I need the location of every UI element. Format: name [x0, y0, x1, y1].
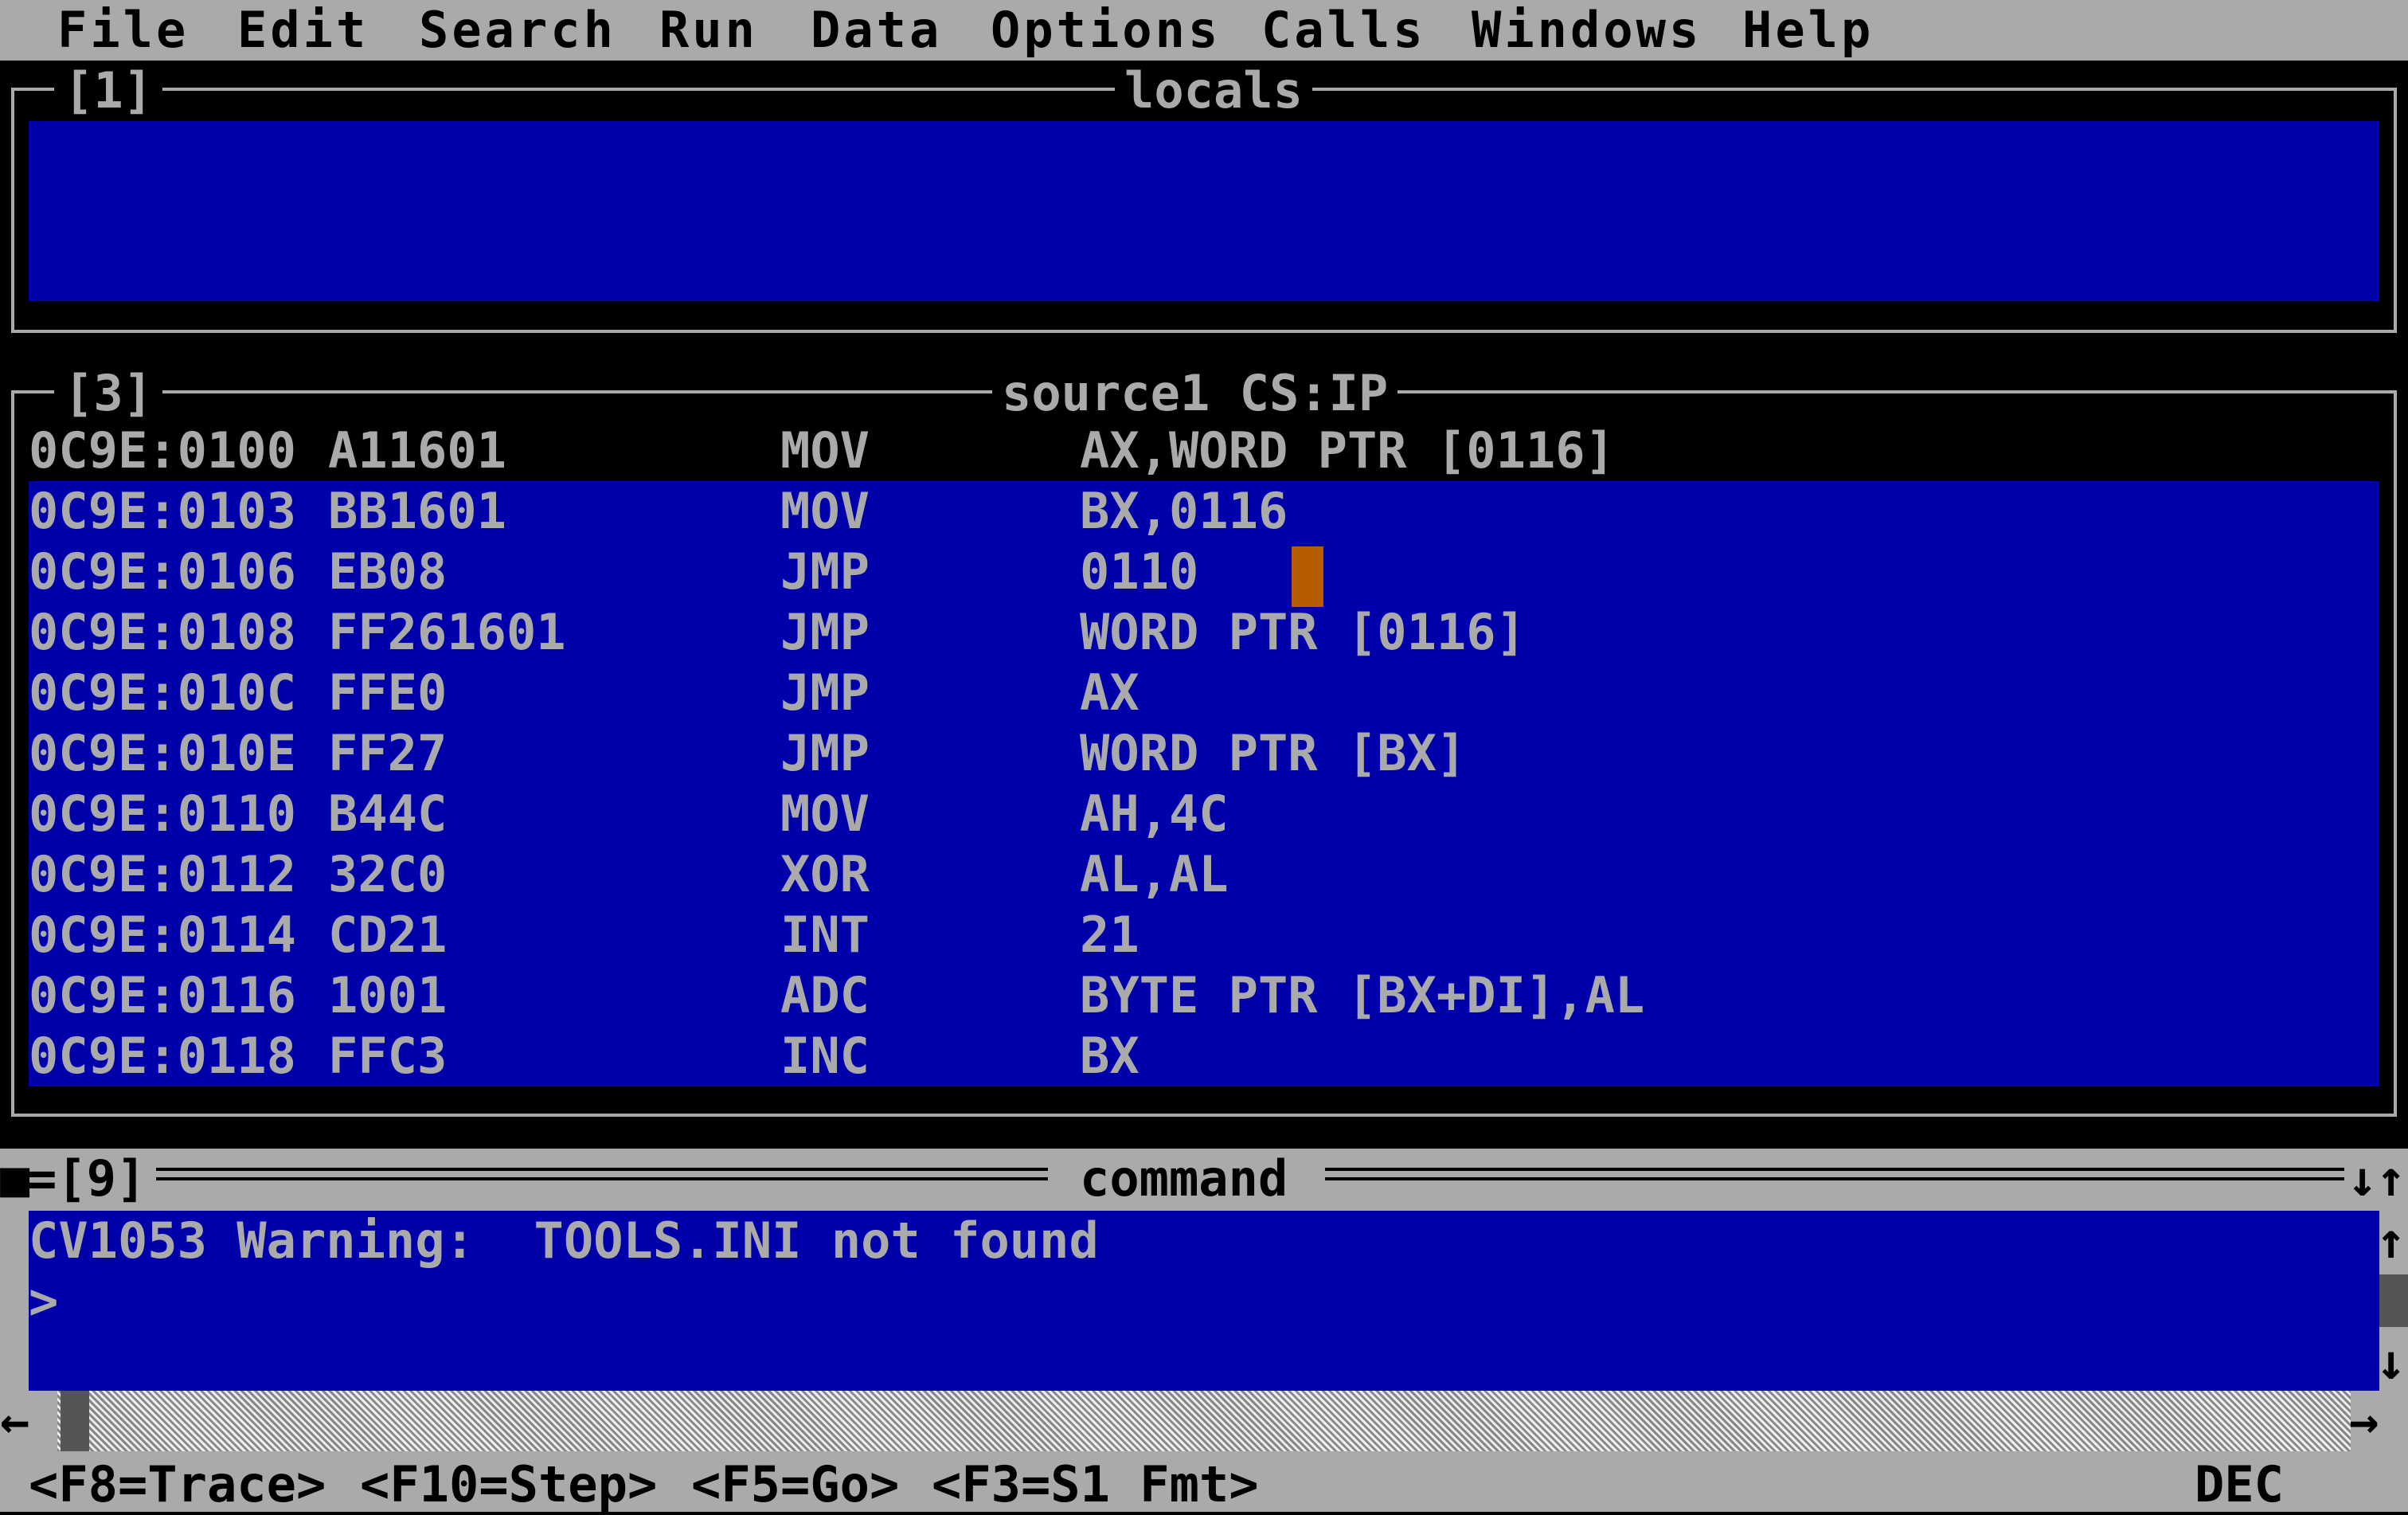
- source-window-number[interactable]: [3]: [54, 363, 162, 424]
- row-bytes: FFC3: [328, 1027, 448, 1085]
- row-bytes: BB1601: [328, 482, 506, 540]
- code-row[interactable]: 0C9E:0103 BB1601 MOV BX,0116: [29, 481, 2379, 542]
- status-step-key[interactable]: <F10=Step>: [360, 1454, 657, 1515]
- row-mnemonic: INC: [780, 1027, 870, 1085]
- current-instruction-row[interactable]: 0C9E:0100 A11601 MOV AX,WORD PTR [0116]: [29, 421, 2379, 481]
- row-mnemonic: ADC: [780, 966, 870, 1024]
- scroll-up-arrow-icon[interactable]: ↑: [2376, 1211, 2406, 1271]
- code-row[interactable]: 0C9E:0108 FF261601 JMP WORD PTR [0116]: [29, 602, 2379, 663]
- command-window-number[interactable]: =[9]: [27, 1149, 146, 1209]
- row-bytes: EB08: [328, 542, 448, 601]
- locals-window-title: locals: [1115, 61, 1312, 121]
- row-address: 0C9E:0106: [29, 542, 296, 601]
- code-row[interactable]: 0C9E:0110 B44C MOV AH,4C: [29, 784, 2379, 844]
- row-mnemonic: INT: [780, 906, 870, 964]
- locals-panel[interactable]: [29, 121, 2379, 301]
- code-row[interactable]: 0C9E:010E FF27 JMP WORD PTR [BX]: [29, 723, 2379, 784]
- status-bar: <F8=Trace> <F10=Step> <F5=Go> <F3=S1 Fmt…: [0, 1454, 2408, 1515]
- row-address: 0C9E:0103: [29, 482, 296, 540]
- row-address: 0C9E:0118: [29, 1027, 296, 1085]
- menu-search[interactable]: Search: [419, 0, 616, 61]
- row-address: 0C9E:010E: [29, 724, 296, 782]
- status-radix: DEC: [2195, 1455, 2284, 1513]
- status-go-key[interactable]: <F5=Go>: [691, 1454, 899, 1515]
- row-address: 0C9E:010C: [29, 664, 296, 722]
- command-window-title: command: [1080, 1149, 1288, 1208]
- status-trace-key[interactable]: <F8=Trace>: [29, 1454, 326, 1515]
- row-address: 0C9E:0108: [29, 603, 296, 661]
- menu-file[interactable]: File: [57, 0, 189, 61]
- row-operands: BX: [1080, 1027, 1140, 1085]
- status-fmt-key[interactable]: <F3=S1 Fmt>: [932, 1454, 1259, 1515]
- warning-message: CV1053 Warning: TOOLS.INI not found: [29, 1212, 1099, 1270]
- menu-bar: File Edit Search Run Data Options Calls …: [0, 0, 2408, 61]
- row-mnemonic: JMP: [780, 542, 870, 601]
- minimize-arrow-icon[interactable]: ↓: [2347, 1149, 2377, 1209]
- code-row[interactable]: 0C9E:0106 EB08 JMP 0110: [29, 542, 2379, 602]
- code-row[interactable]: 0C9E:0116 1001 ADC BYTE PTR [BX+DI],AL: [29, 965, 2379, 1026]
- row-mnemonic: MOV: [780, 482, 870, 540]
- row-address: 0C9E:0110: [29, 785, 296, 843]
- command-panel[interactable]: CV1053 Warning: TOOLS.INI not found >: [29, 1211, 2379, 1391]
- row-mnemonic: JMP: [780, 724, 870, 782]
- row-bytes: B44C: [328, 785, 448, 843]
- text-cursor: [1292, 546, 1323, 607]
- row-operands: WORD PTR [0116]: [1080, 603, 1526, 661]
- row-mnemonic: XOR: [780, 845, 870, 903]
- row-bytes: FFE0: [328, 664, 448, 722]
- vertical-scroll-thumb[interactable]: [2379, 1274, 2408, 1327]
- row-bytes: 32C0: [328, 845, 448, 903]
- horizontal-scrollbar[interactable]: [57, 1391, 2351, 1451]
- window-close-box-icon[interactable]: ■: [0, 1149, 29, 1209]
- scroll-right-arrow-icon[interactable]: →: [2349, 1391, 2379, 1451]
- row-bytes: FF261601: [328, 603, 566, 661]
- row-address: 0C9E:0100: [29, 421, 296, 480]
- row-operands: AX: [1080, 664, 1140, 722]
- command-prompt[interactable]: >: [29, 1271, 58, 1332]
- scroll-down-arrow-icon[interactable]: ↓: [2376, 1332, 2406, 1392]
- horizontal-scroll-thumb[interactable]: [61, 1391, 89, 1451]
- scroll-left-arrow-icon[interactable]: ←: [0, 1391, 29, 1451]
- row-bytes: FF27: [328, 724, 448, 782]
- code-row[interactable]: 0C9E:0118 FFC3 INC BX: [29, 1026, 2379, 1086]
- row-operands: 0110: [1080, 542, 1199, 601]
- maximize-arrow-icon[interactable]: ↑: [2376, 1149, 2406, 1209]
- row-mnemonic: JMP: [780, 664, 870, 722]
- row-operands: AH,4C: [1080, 785, 1229, 843]
- row-address: 0C9E:0112: [29, 845, 296, 903]
- row-address: 0C9E:0116: [29, 966, 296, 1024]
- menu-options[interactable]: Options: [991, 0, 1221, 61]
- row-mnemonic: MOV: [780, 785, 870, 843]
- menu-run[interactable]: Run: [659, 0, 758, 61]
- row-operands: WORD PTR [BX]: [1080, 724, 1467, 782]
- locals-window-number[interactable]: [1]: [54, 61, 162, 121]
- title-rule-left: [156, 1168, 1048, 1180]
- row-operands: BYTE PTR [BX+DI],AL: [1080, 966, 1645, 1024]
- code-row[interactable]: 0C9E:0112 32C0 XOR AL,AL: [29, 844, 2379, 905]
- row-bytes: CD21: [328, 906, 448, 964]
- menu-windows[interactable]: Windows: [1472, 0, 1702, 61]
- menu-edit[interactable]: Edit: [237, 0, 369, 61]
- row-operands: 21: [1080, 906, 1140, 964]
- row-operands: AX,WORD PTR [0116]: [1080, 421, 1615, 480]
- menu-calls[interactable]: Calls: [1261, 0, 1426, 61]
- menu-data[interactable]: Data: [811, 0, 942, 61]
- row-address: 0C9E:0114: [29, 906, 296, 964]
- code-row[interactable]: 0C9E:0114 CD21 INT 21: [29, 905, 2379, 965]
- title-rule-right: [1325, 1168, 2344, 1180]
- row-mnemonic: MOV: [780, 421, 870, 480]
- menu-help[interactable]: Help: [1742, 0, 1874, 61]
- row-operands: AL,AL: [1080, 845, 1229, 903]
- row-operands: BX,0116: [1080, 482, 1288, 540]
- row-bytes: 1001: [328, 966, 448, 1024]
- row-mnemonic: JMP: [780, 603, 870, 661]
- code-row[interactable]: 0C9E:010C FFE0 JMP AX: [29, 663, 2379, 723]
- source-window-title: source1 CS:IP: [992, 363, 1398, 424]
- row-bytes: A11601: [328, 421, 506, 480]
